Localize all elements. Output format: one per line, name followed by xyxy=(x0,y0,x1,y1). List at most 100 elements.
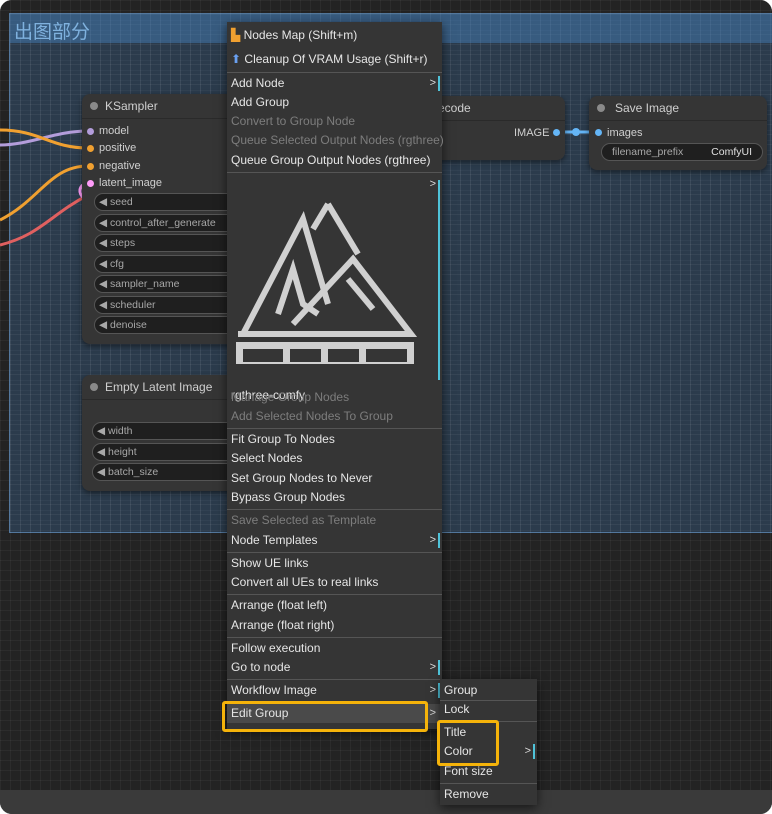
menu-label: Save Selected as Template xyxy=(231,513,377,527)
menu-label: Nodes Map (Shift+m) xyxy=(243,28,358,42)
widget-steps[interactable]: ◀ steps xyxy=(94,234,240,252)
menu-label: Node Templates xyxy=(231,533,318,547)
menu-item-arrange-left[interactable]: Arrange (float left) xyxy=(227,596,442,615)
submenu-indicator xyxy=(438,660,440,675)
menu-item-add-node[interactable]: Add Node > xyxy=(227,74,442,93)
save-image-node[interactable]: Save Image images filename_prefix ComfyU… xyxy=(589,96,767,170)
input-images-dot[interactable] xyxy=(595,129,602,136)
menu-item-queue-group[interactable]: Queue Group Output Nodes (rgthree) xyxy=(227,151,442,170)
submenu-arrow-icon: > xyxy=(429,684,436,696)
menu-item-rgthree[interactable]: > rgthree-comfy xyxy=(227,174,442,402)
widget-sampler-label: sampler_name xyxy=(110,278,180,290)
rgthree-logo-icon xyxy=(236,202,417,364)
menu-separator xyxy=(227,509,442,510)
menu-label: Convert all UEs to real links xyxy=(231,575,379,589)
widget-height[interactable]: ◀ height xyxy=(92,443,240,461)
save-image-header[interactable]: Save Image xyxy=(589,96,767,121)
widget-width[interactable]: ◀ width xyxy=(92,422,240,440)
menu-item-workflow-image[interactable]: Workflow Image > xyxy=(227,681,442,700)
menu-separator xyxy=(227,428,442,429)
menu-item-arrange-right[interactable]: Arrange (float right) xyxy=(227,616,442,635)
widget-control-after-generate[interactable]: ◀ control_after_generate xyxy=(94,214,240,232)
submenu-indicator xyxy=(438,76,440,91)
menu-item-select-nodes[interactable]: Select Nodes xyxy=(227,449,442,468)
menu-item-go-to-node[interactable]: Go to node > xyxy=(227,658,442,677)
menu-item-add-selected-to-group: Add Selected Nodes To Group xyxy=(227,407,442,426)
menu-label: Bypass Group Nodes xyxy=(231,490,346,504)
menu-item-cleanup-vram[interactable]: ⬆ Cleanup Of VRAM Usage (Shift+r) xyxy=(227,50,442,69)
input-latent-dot[interactable] xyxy=(87,180,94,187)
submenu-item-lock[interactable]: Lock xyxy=(440,700,537,719)
logo-bar-top xyxy=(236,342,414,349)
submenu-item-remove[interactable]: Remove xyxy=(440,785,537,804)
menu-item-convert-group-node: Convert to Group Node xyxy=(227,112,442,131)
menu-label: Queue Group Output Nodes (rgthree) xyxy=(231,153,431,167)
menu-item-show-ue-links[interactable]: Show UE links xyxy=(227,554,442,573)
collapse-dot-icon[interactable] xyxy=(90,383,98,391)
submenu-arrow-icon: > xyxy=(429,178,436,190)
widget-batch-label: batch_size xyxy=(108,466,159,478)
menu-item-fit-group[interactable]: Fit Group To Nodes xyxy=(227,430,442,449)
widget-denoise[interactable]: ◀ denoise xyxy=(94,316,240,334)
logo-post-5 xyxy=(407,349,414,362)
link-negative xyxy=(0,164,89,222)
collapse-dot-icon[interactable] xyxy=(90,102,98,110)
context-menu: ▙ Nodes Map (Shift+m) ⬆ Cleanup Of VRAM … xyxy=(227,22,444,729)
menu-label: Convert to Group Node xyxy=(231,114,356,128)
menu-label: Remove xyxy=(444,787,489,801)
empty-latent-header[interactable]: Empty Latent Image xyxy=(82,375,242,400)
menu-item-node-templates[interactable]: Node Templates > xyxy=(227,531,442,550)
input-model-label: model xyxy=(99,125,129,137)
menu-item-add-group[interactable]: Add Group xyxy=(227,93,442,112)
input-positive-dot[interactable] xyxy=(87,145,94,152)
empty-latent-node[interactable]: Empty Latent Image ◀ width ◀ height ◀ ba… xyxy=(82,375,242,491)
input-positive-label: positive xyxy=(99,142,137,154)
logo-post-1 xyxy=(236,349,243,362)
filename-prefix-value: ComfyUI xyxy=(711,146,752,158)
submenu-header-label: Group xyxy=(444,683,478,697)
menu-label: Lock xyxy=(444,702,470,716)
widget-batch-size[interactable]: ◀ batch_size xyxy=(92,463,240,481)
menu-label: Go to node xyxy=(231,660,291,674)
ksampler-node[interactable]: KSampler model positive negative latent_… xyxy=(82,94,242,344)
sitemap-icon: ▙ xyxy=(231,28,241,42)
widget-sampler-name[interactable]: ◀ sampler_name xyxy=(94,275,240,293)
widget-filename-prefix[interactable]: filename_prefix ComfyUI xyxy=(601,143,763,161)
ksampler-title: KSampler xyxy=(105,99,158,113)
widget-height-label: height xyxy=(108,446,137,458)
input-model-dot[interactable] xyxy=(87,128,94,135)
menu-label: Queue Selected Output Nodes (rgthree) xyxy=(231,133,444,147)
widget-seed[interactable]: ◀ seed xyxy=(94,193,240,211)
output-image-label: IMAGE xyxy=(514,127,550,139)
widget-scheduler[interactable]: ◀ scheduler xyxy=(94,296,240,314)
menu-label: Add Selected Nodes To Group xyxy=(231,409,393,423)
submenu-arrow-icon: > xyxy=(524,745,531,757)
menu-separator xyxy=(440,783,537,784)
output-image-dot[interactable] xyxy=(553,129,560,136)
input-negative-dot[interactable] xyxy=(87,163,94,170)
empty-latent-title: Empty Latent Image xyxy=(105,380,213,394)
ksampler-header[interactable]: KSampler xyxy=(82,94,242,119)
filename-prefix-label: filename_prefix xyxy=(612,146,684,158)
menu-item-nodes-map[interactable]: ▙ Nodes Map (Shift+m) xyxy=(227,26,442,45)
widget-denoise-label: denoise xyxy=(110,319,147,331)
menu-label: Arrange (float right) xyxy=(231,618,335,632)
menu-item-set-never[interactable]: Set Group Nodes to Never xyxy=(227,469,442,488)
menu-label: Fit Group To Nodes xyxy=(231,432,335,446)
menu-separator xyxy=(227,594,442,595)
app-frame: 出图部分 KSampler model positive negative la… xyxy=(0,0,772,814)
collapse-dot-icon[interactable] xyxy=(597,104,605,112)
save-image-title: Save Image xyxy=(615,101,680,115)
menu-item-bypass-group[interactable]: Bypass Group Nodes xyxy=(227,488,442,507)
rocket-icon: ⬆ xyxy=(231,52,242,66)
submenu-arrow-icon: > xyxy=(429,661,436,673)
widget-scheduler-label: scheduler xyxy=(110,299,156,311)
widget-cfg-label: cfg xyxy=(110,258,125,270)
widget-cfg[interactable]: ◀ cfg xyxy=(94,255,240,273)
menu-separator xyxy=(227,679,442,680)
menu-item-convert-ues[interactable]: Convert all UEs to real links xyxy=(227,573,442,592)
input-latent-label: latent_image xyxy=(99,177,162,189)
menu-item-follow-execution[interactable]: Follow execution xyxy=(227,639,442,658)
menu-item-queue-selected: Queue Selected Output Nodes (rgthree) xyxy=(227,131,444,150)
menu-label: Cleanup Of VRAM Usage (Shift+r) xyxy=(244,52,428,66)
